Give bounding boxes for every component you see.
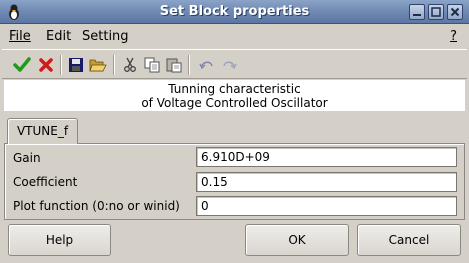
cut-icon (124, 57, 136, 72)
redo-icon (223, 61, 237, 70)
paste-tool-button[interactable] (164, 56, 184, 74)
menu-help[interactable]: ? (450, 29, 457, 44)
cancel-tool-button[interactable] (36, 56, 56, 74)
toolbar-separator (113, 55, 115, 75)
window-title: Set Block properties (159, 4, 310, 19)
menu-edit[interactable]: Edit (46, 29, 71, 44)
title-bar: Set Block properties (0, 0, 469, 24)
copy-icon (144, 57, 160, 73)
open-tool-button[interactable] (88, 56, 108, 74)
coefficient-label: Coefficient (13, 175, 78, 189)
redo-tool-button[interactable] (219, 56, 239, 74)
cancel-icon (39, 58, 53, 72)
maximize-icon (431, 7, 441, 17)
save-tool-button[interactable] (66, 56, 86, 74)
description-line-2: of Voltage Controlled Oscillator (141, 96, 328, 110)
cancel-button[interactable]: Cancel (357, 224, 461, 256)
menu-file-label: File (9, 29, 31, 44)
cut-tool-button[interactable] (120, 56, 140, 74)
open-folder-icon (89, 59, 107, 72)
undo-tool-button[interactable] (197, 56, 217, 74)
block-description: Tunning characteristic of Voltage Contro… (4, 80, 465, 111)
paste-icon (166, 58, 182, 73)
coefficient-field[interactable] (196, 172, 457, 192)
plot-function-label: Plot function (0:no or winid) (13, 199, 180, 213)
close-button[interactable] (447, 4, 463, 20)
toolbar-separator (188, 55, 190, 75)
close-icon (450, 7, 460, 17)
menu-edit-label: Edit (46, 29, 72, 44)
description-line-1: Tunning characteristic (168, 82, 301, 96)
toolbar (2, 49, 467, 79)
tab-vtune-f[interactable]: VTUNE_f (7, 118, 78, 144)
gain-field[interactable] (196, 147, 457, 167)
menu-file[interactable]: File (9, 29, 31, 44)
menu-setting[interactable]: Setting (82, 29, 129, 44)
maximize-button[interactable] (428, 4, 444, 20)
help-button[interactable]: Help (8, 224, 111, 256)
copy-tool-button[interactable] (142, 56, 162, 74)
plot-function-field[interactable] (196, 196, 457, 216)
menu-bar: File Edit Setting ? (0, 25, 469, 47)
menu-setting-label: Setting (82, 29, 129, 44)
save-icon (69, 58, 83, 72)
gain-label: Gain (13, 151, 41, 165)
minimize-icon (413, 14, 421, 16)
check-icon (13, 57, 31, 72)
undo-icon (199, 61, 213, 70)
minimize-button[interactable] (409, 4, 425, 20)
ok-tool-button[interactable] (12, 56, 32, 74)
toolbar-separator (60, 55, 62, 75)
ok-button[interactable]: OK (245, 224, 349, 256)
